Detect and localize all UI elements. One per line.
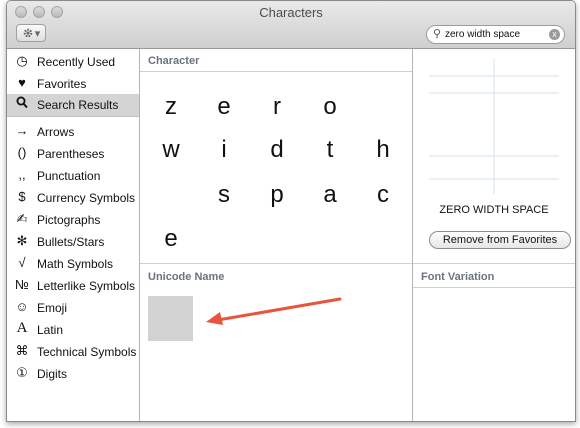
category-sidebar: ◷ Recently Used ♥ Favorites Search Resul… <box>7 49 140 421</box>
character-header: Character <box>148 55 200 67</box>
window-title: Characters <box>259 5 323 20</box>
sidebar-item-favorites[interactable]: ♥ Favorites <box>7 73 139 95</box>
smiley-icon: ☺ <box>15 299 29 314</box>
sidebar-item-label: Bullets/Stars <box>37 235 105 249</box>
clock-icon: ◷ <box>16 53 28 68</box>
section-divider <box>413 263 575 264</box>
info-panel: ZERO WIDTH SPACE Remove from Favorites F… <box>413 49 575 421</box>
search-icon: ⚲ <box>433 28 442 40</box>
character-cell[interactable]: h <box>363 136 403 164</box>
gear-icon <box>23 28 33 38</box>
character-cell[interactable]: c <box>363 181 403 209</box>
sidebar-item-math-symbols[interactable]: √ Math Symbols <box>7 253 139 275</box>
circled-digit-icon: ① <box>16 365 28 380</box>
sidebar-item-latin[interactable]: A Latin <box>7 319 139 341</box>
characters-window: Characters ▾ ⚲ zero width space x ◷ Rece… <box>6 0 576 422</box>
sidebar-item-currency-symbols[interactable]: $ Currency Symbols <box>7 187 139 209</box>
character-cell[interactable]: s <box>204 181 244 209</box>
character-cell[interactable]: r <box>257 93 297 121</box>
character-cell[interactable]: w <box>151 136 191 164</box>
character-cell[interactable]: e <box>204 93 244 121</box>
dollar-icon: $ <box>18 189 26 204</box>
remove-from-favorites-button[interactable]: Remove from Favorites <box>429 231 571 249</box>
sidebar-item-letterlike-symbols[interactable]: № Letterlike Symbols <box>7 275 139 297</box>
character-cell[interactable]: e <box>151 225 191 253</box>
sidebar-item-label: Punctuation <box>37 169 101 183</box>
sidebar-item-label: Currency Symbols <box>37 191 136 205</box>
sidebar-item-punctuation[interactable]: ,, Punctuation <box>7 165 139 187</box>
gear-menu-button[interactable]: ▾ <box>16 24 46 42</box>
sidebar-item-label: Pictographs <box>37 213 101 227</box>
character-cell[interactable]: d <box>257 136 297 164</box>
section-divider <box>140 263 412 264</box>
character-panel: Character z e r o w i d t h s p a c e Un… <box>140 49 413 421</box>
sidebar-item-emoji[interactable]: ☺ Emoji <box>7 297 139 319</box>
character-cell[interactable]: t <box>310 136 350 164</box>
sidebar-item-label: Emoji <box>37 301 68 315</box>
sidebar-item-parentheses[interactable]: () Parentheses <box>7 143 139 165</box>
sidebar-item-label: Math Symbols <box>37 257 114 271</box>
unicode-name-header: Unicode Name <box>148 271 225 283</box>
square-root-icon: √ <box>18 255 26 270</box>
parentheses-icon: () <box>17 145 27 160</box>
latin-letter-icon: A <box>16 320 28 336</box>
heart-icon: ♥ <box>18 75 26 90</box>
header-divider <box>413 287 575 288</box>
font-variation-header: Font Variation <box>421 271 495 283</box>
sidebar-item-label: Parentheses <box>37 147 105 161</box>
character-cell[interactable]: z <box>151 93 191 121</box>
sidebar-item-technical-symbols[interactable]: ⌘ Technical Symbols <box>7 341 139 363</box>
character-cell[interactable]: p <box>257 181 297 209</box>
sidebar-item-label: Favorites <box>37 77 87 91</box>
numero-icon: № <box>15 277 29 292</box>
character-cell[interactable]: a <box>310 181 350 209</box>
sidebar-item-arrows[interactable]: → Arrows <box>7 121 139 143</box>
search-field[interactable]: ⚲ zero width space x <box>426 25 565 44</box>
sidebar-item-search-results[interactable]: Search Results <box>7 94 139 116</box>
pictograph-icon: ✍ <box>16 211 28 226</box>
sidebar-item-bullets-stars[interactable]: ✻ Bullets/Stars <box>7 231 139 253</box>
sidebar-item-pictographs[interactable]: ✍ Pictographs <box>7 209 139 231</box>
star-icon: ✻ <box>16 233 28 248</box>
character-cell[interactable]: i <box>204 136 244 164</box>
chevron-down-icon: ▾ <box>34 27 41 40</box>
sidebar-divider <box>7 116 139 117</box>
sidebar-item-label: Arrows <box>37 125 75 139</box>
header-divider <box>140 71 412 72</box>
clear-search-icon[interactable]: x <box>549 29 560 40</box>
sidebar-item-digits[interactable]: ① Digits <box>7 363 139 385</box>
sidebar-item-label: Digits <box>37 367 68 381</box>
glyph-preview <box>429 59 559 194</box>
sidebar-item-label: Recently Used <box>37 55 116 69</box>
sidebar-item-label: Search Results <box>37 98 119 112</box>
punctuation-icon: ,, <box>18 167 26 182</box>
search-input[interactable]: zero width space <box>445 29 520 40</box>
sidebar-item-label: Letterlike Symbols <box>37 279 136 293</box>
sidebar-item-label: Technical Symbols <box>37 345 137 359</box>
magnifier-icon <box>13 96 31 112</box>
sidebar-item-label: Latin <box>37 323 64 337</box>
title-bar: Characters ▾ ⚲ zero width space x <box>7 1 575 49</box>
command-icon: ⌘ <box>15 343 29 358</box>
annotation-arrow-icon <box>206 297 342 325</box>
unicode-name-label: ZERO WIDTH SPACE <box>439 204 549 216</box>
character-cell[interactable]: o <box>310 93 350 121</box>
sidebar-item-recently-used[interactable]: ◷ Recently Used <box>7 51 139 73</box>
arrow-icon: → <box>15 123 29 138</box>
selected-character-preview[interactable] <box>148 296 193 341</box>
